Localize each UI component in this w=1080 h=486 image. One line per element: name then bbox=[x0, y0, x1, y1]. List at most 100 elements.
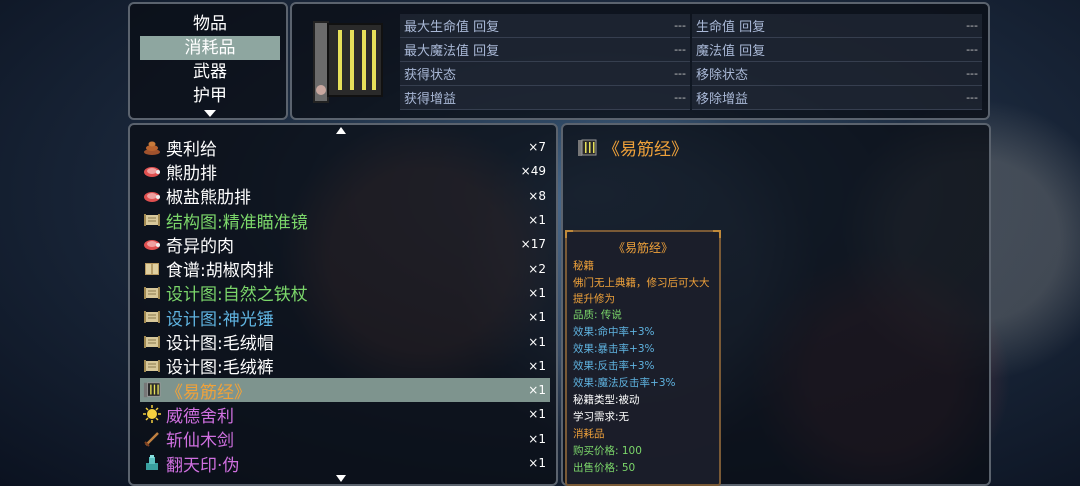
item-quantity: ×1 bbox=[528, 431, 546, 446]
meat-icon bbox=[142, 162, 162, 180]
item-quantity: ×1 bbox=[528, 358, 546, 373]
book-icon bbox=[142, 260, 162, 278]
item-row[interactable]: 威德舍利 ×1 bbox=[140, 402, 550, 427]
scroll-icon bbox=[142, 357, 162, 375]
item-row[interactable]: 椒盐熊肋排 ×8 bbox=[140, 184, 550, 208]
manual-icon bbox=[142, 381, 162, 399]
meat-icon bbox=[142, 187, 162, 205]
item-effect-summary-panel: 最大生命值 回复 --- 生命值 回复 --- 最大魔法值 回复 --- 魔法值 回复… bbox=[290, 2, 990, 120]
item-row[interactable]: 翻天印·伪 ×1 bbox=[140, 451, 550, 476]
item-name: 奥利给 bbox=[166, 139, 217, 160]
tooltip-skill-type: 秘籍类型:被动 bbox=[573, 394, 640, 406]
item-quantity: ×1 bbox=[528, 285, 546, 300]
item-name: 《易筋经》 bbox=[166, 382, 251, 403]
scroll-icon bbox=[142, 333, 162, 351]
seal-icon bbox=[142, 454, 162, 472]
category-weapons[interactable]: 武器 bbox=[140, 60, 280, 84]
list-scroll-up-icon[interactable] bbox=[336, 127, 346, 134]
tooltip-buy-price: 购买价格: 100 bbox=[573, 445, 642, 457]
scroll-icon bbox=[142, 211, 162, 229]
tooltip-title: 《易筋经》 bbox=[612, 241, 673, 255]
tooltip-requirement: 学习需求:无 bbox=[573, 411, 630, 423]
detail-title: 《易筋经》 bbox=[577, 135, 688, 160]
relic-icon bbox=[142, 405, 162, 424]
item-name: 翻天印·伪 bbox=[166, 455, 240, 476]
tooltip-effect: 效果:反击率+3% bbox=[573, 360, 655, 372]
item-row[interactable]: 结构图:精准瞄准镜 ×1 bbox=[140, 208, 550, 233]
tooltip-effect: 效果:暴击率+3% bbox=[573, 343, 655, 355]
item-name: 结构图:精准瞄准镜 bbox=[166, 212, 308, 233]
meat-icon bbox=[142, 235, 162, 253]
item-quantity: ×49 bbox=[520, 164, 546, 179]
remove-buff: 移除增益 --- bbox=[692, 86, 982, 110]
item-row[interactable]: 食谱:胡椒肉排 ×2 bbox=[140, 256, 550, 282]
item-row[interactable]: 斩仙木剑 ×1 bbox=[140, 427, 550, 451]
scroll-icon bbox=[142, 308, 162, 326]
gain-buff: 获得增益 --- bbox=[400, 86, 690, 110]
category-consumables[interactable]: 消耗品 bbox=[140, 36, 280, 60]
item-row[interactable]: 熊肋排 ×49 bbox=[140, 159, 550, 184]
tooltip-quality: 品质: 传说 bbox=[573, 309, 622, 321]
item-quantity: ×17 bbox=[520, 237, 546, 252]
item-name: 威德舍利 bbox=[166, 406, 234, 427]
item-quantity: ×1 bbox=[528, 213, 546, 228]
item-quantity: ×2 bbox=[528, 261, 546, 276]
sword-icon bbox=[142, 430, 162, 448]
item-row[interactable]: 《易筋经》 ×1 bbox=[140, 377, 550, 403]
item-list: 奥利给 ×7 熊肋排 ×49 椒盐熊肋排 ×8 结构图:精准瞄准镜 ×1 奇异的肉 ×17 食谱:胡… bbox=[140, 135, 550, 476]
tooltip-effect: 效果:命中率+3% bbox=[573, 326, 655, 338]
item-row[interactable]: 设计图:神光锤 ×1 bbox=[140, 305, 550, 330]
item-name: 设计图:毛绒裤 bbox=[166, 358, 274, 379]
item-name: 食谱:胡椒肉排 bbox=[166, 261, 274, 282]
scroll-icon bbox=[142, 284, 162, 302]
item-name: 椒盐熊肋排 bbox=[166, 188, 251, 209]
tooltip-type: 秘籍 bbox=[573, 260, 594, 272]
tooltip-effect: 效果:魔法反击率+3% bbox=[573, 377, 676, 389]
category-scroll-down-icon[interactable] bbox=[204, 110, 216, 117]
stat-row: 获得增益 --- 移除增益 --- bbox=[400, 86, 984, 110]
manual-scroll-icon bbox=[313, 21, 383, 103]
item-quantity: ×8 bbox=[528, 188, 546, 203]
item-quantity: ×7 bbox=[528, 140, 546, 155]
item-row[interactable]: 设计图:自然之铁杖 ×1 bbox=[140, 281, 550, 305]
manual-icon bbox=[578, 139, 597, 156]
item-row[interactable]: 奥利给 ×7 bbox=[140, 135, 550, 160]
item-row[interactable]: 奇异的肉 ×17 bbox=[140, 232, 550, 257]
stat-row: 最大魔法值 回复 --- 魔法值 回复 --- bbox=[400, 38, 984, 62]
item-quantity: ×1 bbox=[528, 456, 546, 470]
stat-row: 最大生命值 回复 --- 生命值 回复 --- bbox=[400, 14, 984, 38]
item-name: 设计图:自然之铁杖 bbox=[166, 285, 308, 306]
item-name: 熊肋排 bbox=[166, 163, 217, 184]
list-scroll-down-icon[interactable] bbox=[336, 475, 346, 482]
category-armor[interactable]: 护甲 bbox=[140, 84, 280, 108]
remove-state: 移除状态 --- bbox=[692, 62, 982, 86]
item-quantity: ×1 bbox=[528, 310, 546, 325]
item-quantity: ×1 bbox=[528, 407, 546, 422]
tooltip-sell-price: 出售价格: 50 bbox=[573, 462, 636, 474]
category-items[interactable]: 物品 bbox=[140, 12, 280, 36]
mp-recover: 魔法值 回复 --- bbox=[692, 38, 982, 62]
max-hp-recover: 最大生命值 回复 --- bbox=[400, 14, 690, 38]
item-tooltip: 《易筋经》 秘籍 佛门无上典籍，修习后可大大提升修为 品质: 传说 效果:命中率… bbox=[565, 230, 721, 486]
item-list-panel: 奥利给 ×7 熊肋排 ×49 椒盐熊肋排 ×8 结构图:精准瞄准镜 ×1 奇异的肉 ×17 食谱:胡… bbox=[128, 123, 558, 486]
category-panel: 物品 消耗品 武器 护甲 bbox=[128, 2, 288, 120]
hp-recover: 生命值 回复 --- bbox=[692, 14, 982, 38]
max-mp-recover: 最大魔法值 回复 --- bbox=[400, 38, 690, 62]
item-row[interactable]: 设计图:毛绒裤 ×1 bbox=[140, 354, 550, 378]
tooltip-corner bbox=[713, 230, 721, 238]
item-name: 设计图:神光锤 bbox=[166, 309, 274, 330]
gain-state: 获得状态 --- bbox=[400, 62, 690, 86]
category-list: 物品 消耗品 武器 护甲 bbox=[140, 12, 280, 117]
tooltip-description: 佛门无上典籍，修习后可大大提升修为 bbox=[573, 277, 710, 305]
item-row[interactable]: 设计图:毛绒帽 ×1 bbox=[140, 329, 550, 355]
item-quantity: ×1 bbox=[528, 334, 546, 349]
stat-row: 获得状态 --- 移除状态 --- bbox=[400, 62, 984, 86]
item-name: 奇异的肉 bbox=[166, 236, 234, 257]
tooltip-category: 消耗品 bbox=[573, 428, 605, 440]
item-name: 斩仙木剑 bbox=[166, 431, 234, 452]
tooltip-corner bbox=[565, 230, 573, 238]
item-quantity: ×1 bbox=[528, 383, 546, 398]
item-name: 设计图:毛绒帽 bbox=[166, 334, 274, 355]
stat-grid: 最大生命值 回复 --- 生命值 回复 --- 最大魔法值 回复 --- 魔法值 回复… bbox=[400, 14, 984, 110]
detail-title-text: 《易筋经》 bbox=[603, 140, 688, 160]
